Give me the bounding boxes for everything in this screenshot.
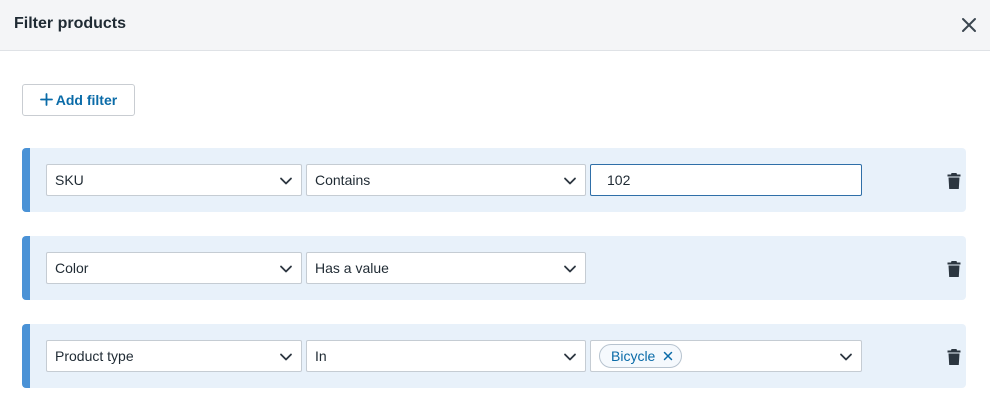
close-icon[interactable] xyxy=(958,14,980,36)
operator-select[interactable]: In xyxy=(306,340,586,372)
dialog-title: Filter products xyxy=(14,15,127,32)
chevron-down-icon xyxy=(564,265,576,273)
operator-select-value: In xyxy=(315,348,327,364)
field-select[interactable]: Product type xyxy=(46,340,302,372)
field-select[interactable]: Color xyxy=(46,252,302,284)
value-input[interactable] xyxy=(590,164,862,196)
value-chip-label: Bicycle xyxy=(611,348,656,364)
dialog-header: Filter products xyxy=(0,0,990,51)
add-filter-button[interactable]: Add filter xyxy=(22,84,135,116)
trash-icon[interactable] xyxy=(946,172,962,190)
field-select-value: Color xyxy=(55,260,89,276)
operator-select[interactable]: Has a value xyxy=(306,252,586,284)
add-filter-label: Add filter xyxy=(55,92,118,108)
field-select-value: Product type xyxy=(55,348,134,364)
chevron-down-icon xyxy=(280,177,292,185)
chevron-down-icon xyxy=(280,265,292,273)
chip-remove-icon[interactable] xyxy=(663,351,673,361)
plus-icon xyxy=(39,91,53,109)
chevron-down-icon xyxy=(564,177,576,185)
value-multiselect[interactable]: Bicycle xyxy=(590,340,862,372)
filter-row: Color Has a value xyxy=(22,236,966,300)
value-chip: Bicycle xyxy=(599,344,683,368)
filter-row: Product type In Bicycle xyxy=(22,324,966,388)
chevron-down-icon xyxy=(280,353,292,361)
trash-icon[interactable] xyxy=(946,348,962,366)
chevron-down-icon xyxy=(564,353,576,361)
chevron-down-icon xyxy=(840,353,852,361)
operator-select-value: Has a value xyxy=(315,260,389,276)
operator-select[interactable]: Contains xyxy=(306,164,586,196)
filter-row: SKU Contains xyxy=(22,148,966,212)
trash-icon[interactable] xyxy=(946,260,962,278)
field-select-value: SKU xyxy=(55,172,84,188)
operator-select-value: Contains xyxy=(315,172,371,188)
field-select[interactable]: SKU xyxy=(46,164,302,196)
